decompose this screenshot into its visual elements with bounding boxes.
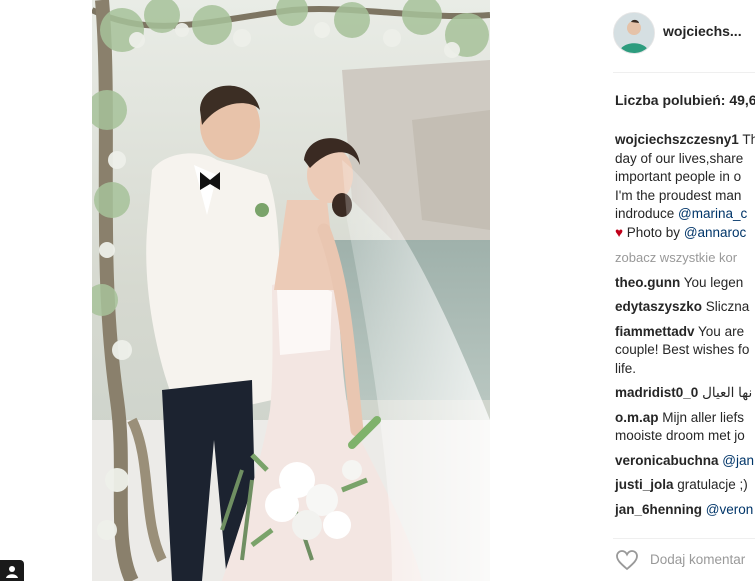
- comment-text: gratulacje ;): [673, 477, 748, 492]
- comments-fade: [595, 513, 755, 533]
- comment: edytaszyszko Sliczna: [615, 298, 755, 317]
- post-header: wojciechs...: [595, 12, 755, 54]
- comments-list: wojciechszczesny1 Th day of our lives,sh…: [615, 131, 755, 519]
- comment-username[interactable]: fiammettadv: [615, 324, 695, 339]
- caption-mention-2[interactable]: @annaroc: [684, 225, 747, 240]
- comment-username[interactable]: edytaszyszko: [615, 299, 702, 314]
- comment: theo.gunn You legen: [615, 274, 755, 293]
- caption: wojciechszczesny1 Th day of our lives,sh…: [615, 131, 755, 242]
- header-divider: [613, 72, 755, 73]
- user-tag-icon[interactable]: [0, 560, 24, 581]
- caption-text-2: Photo by: [623, 224, 684, 240]
- username[interactable]: wojciechs...: [663, 23, 742, 39]
- post-details-panel: wojciechs... Liczba polubień: 49,6 wojci…: [595, 0, 755, 581]
- comment-text: نها العيال: [698, 385, 753, 400]
- comment-text: You legen: [680, 274, 744, 290]
- caption-username[interactable]: wojciechszczesny1: [615, 132, 739, 147]
- view-all-comments-link[interactable]: zobacz wszystkie kor: [615, 249, 755, 268]
- comment: o.m.ap Mijn aller liefs mooiste droom me…: [615, 409, 755, 446]
- comment: fiammettadv You are couple! Best wishes …: [615, 323, 755, 379]
- comment-username[interactable]: justi_jola: [615, 477, 674, 492]
- comment-username[interactable]: veronicabuchna: [615, 453, 719, 468]
- heart-icon: ♥: [615, 224, 624, 240]
- avatar[interactable]: [613, 12, 655, 54]
- comment-text: Sliczna: [702, 299, 750, 314]
- heart-outline-icon[interactable]: [615, 549, 639, 571]
- add-comment-input[interactable]: Dodaj komentar: [650, 552, 745, 567]
- caption-mention[interactable]: @marina_c: [678, 206, 747, 221]
- footer-divider: [613, 538, 755, 539]
- comment-username[interactable]: theo.gunn: [615, 275, 680, 290]
- comment-username[interactable]: o.m.ap: [615, 410, 659, 425]
- post-photo[interactable]: [92, 0, 490, 581]
- likes-count[interactable]: Liczba polubień: 49,6: [615, 92, 755, 108]
- comment: madridist0_0 نها العيال: [615, 384, 755, 403]
- comment: veronicabuchna @jan: [615, 452, 755, 471]
- comment: justi_jola gratulacje ;): [615, 476, 755, 495]
- comment-mention[interactable]: @jan: [722, 453, 754, 468]
- left-background: [0, 0, 92, 581]
- comment-username[interactable]: madridist0_0: [615, 385, 698, 400]
